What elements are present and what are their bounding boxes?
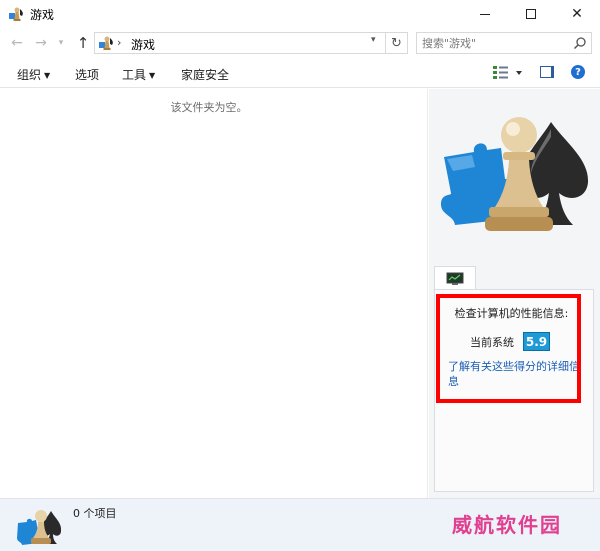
item-count: 0 个项目 (73, 507, 117, 520)
performance-tab[interactable] (434, 266, 476, 290)
window-title: 游戏 (30, 8, 55, 22)
minimize-button[interactable] (462, 0, 508, 28)
back-arrow-icon: ← (11, 35, 23, 51)
search-icon[interactable] (573, 36, 587, 50)
search-input[interactable] (422, 35, 572, 51)
change-view-icon[interactable] (492, 65, 526, 81)
details-pane: 0 个项目 威航软件园 (0, 498, 600, 551)
forward-button[interactable]: → (32, 33, 50, 53)
breadcrumb-chevron-icon[interactable]: › (117, 36, 121, 49)
options-label: 选项 (75, 68, 100, 82)
tools-label: 工具 (122, 68, 147, 82)
preview-pane-icon[interactable] (540, 66, 554, 78)
family-safety-button[interactable]: 家庭安全 (181, 66, 229, 83)
navigation-bar: ← → ▾ ↑ › 游戏 ▾ ↻ (0, 28, 600, 58)
watermark-text: 威航软件园 (452, 513, 562, 537)
games-folder-icon (17, 510, 62, 545)
highlight-box (436, 294, 581, 403)
command-bar: 组织 ▼ 选项 工具 ▼ 家庭安全 ? (0, 58, 600, 88)
refresh-button[interactable]: ↻ (386, 32, 408, 54)
search-box[interactable] (416, 32, 592, 54)
games-hero-icon (440, 117, 589, 231)
monitor-icon (446, 272, 464, 285)
caret-down-icon: ▼ (44, 71, 51, 80)
title-bar: 游戏 ✕ (0, 0, 600, 28)
refresh-icon: ↻ (391, 35, 402, 51)
games-app-icon (9, 7, 23, 21)
caret-down-icon: ▼ (149, 71, 156, 80)
back-button[interactable]: ← (8, 33, 26, 53)
file-list[interactable]: 该文件夹为空。 (0, 89, 428, 498)
games-folder-icon (99, 36, 113, 50)
close-icon: ✕ (571, 6, 583, 22)
tools-menu[interactable]: 工具 ▼ (122, 66, 155, 83)
help-icon[interactable]: ? (571, 65, 585, 79)
forward-arrow-icon: → (35, 35, 47, 51)
maximize-button[interactable] (508, 0, 554, 28)
maximize-icon (526, 9, 536, 19)
address-dropdown-icon[interactable]: ▾ (371, 35, 376, 45)
address-bar[interactable]: › 游戏 ▾ (94, 32, 386, 54)
organize-label: 组织 (17, 68, 42, 82)
minimize-icon (480, 13, 490, 15)
close-button[interactable]: ✕ (554, 0, 600, 28)
breadcrumb-location[interactable]: 游戏 (131, 36, 155, 53)
options-button[interactable]: 选项 (75, 66, 99, 83)
family-safety-label: 家庭安全 (181, 68, 230, 82)
chevron-down-icon: ▾ (58, 38, 64, 48)
up-arrow-icon: ↑ (76, 34, 90, 52)
organize-menu[interactable]: 组织 ▼ (17, 66, 50, 83)
up-button[interactable]: ↑ (74, 33, 92, 53)
recent-locations-button[interactable]: ▾ (54, 33, 68, 53)
empty-folder-message: 该文件夹为空。 (170, 101, 248, 114)
